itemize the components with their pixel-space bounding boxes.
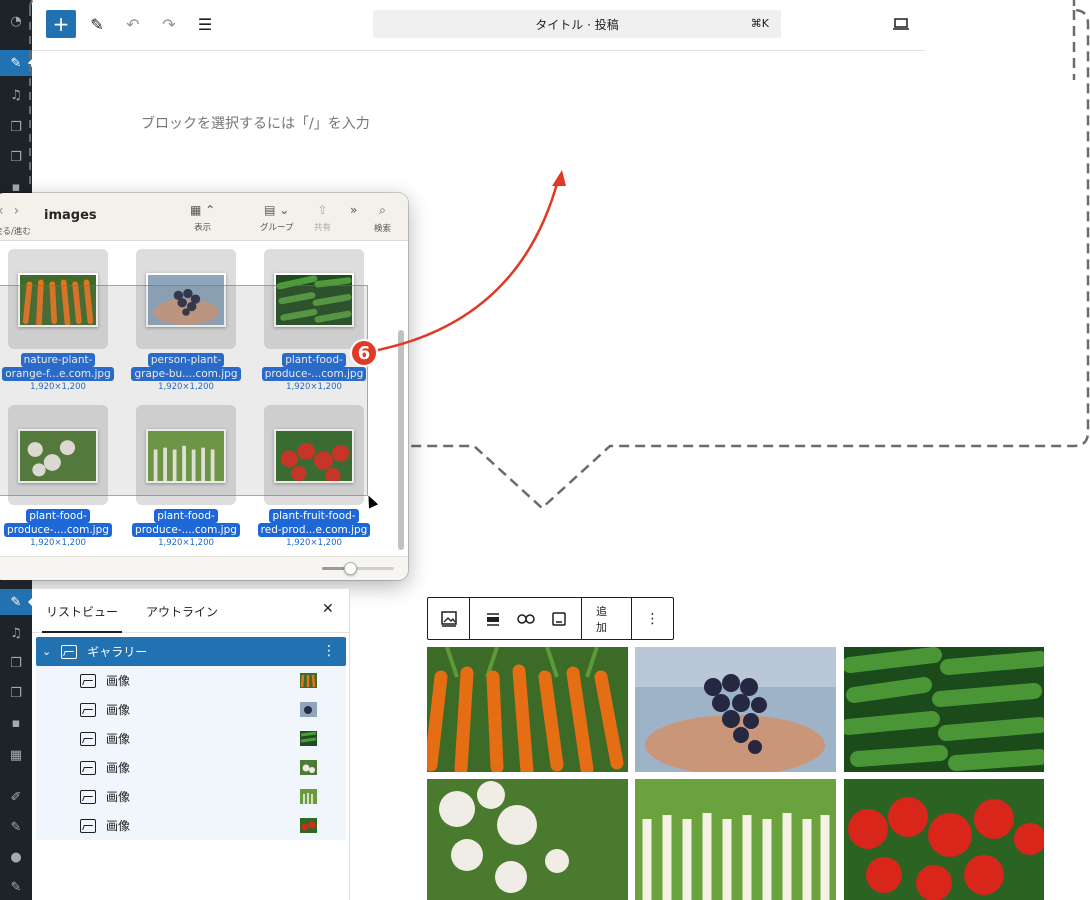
list-item-image[interactable]: 画像 <box>36 811 346 840</box>
command-bar-shortcut: ⌘K <box>750 17 769 30</box>
gallery-image-turnips[interactable] <box>427 779 628 900</box>
step-number-badge: 6 <box>350 339 378 367</box>
image-icon <box>80 731 96 746</box>
screen: ◔ ✎ ♫ ❐ ❐ ▪ + ✎ ↶ ↷ ☰ タイトル · 投稿 ⌘K ブロックを… <box>0 0 1090 900</box>
pages-icon[interactable]: ❐ <box>0 114 32 140</box>
more-options-icon[interactable]: ⋮ <box>322 643 336 659</box>
pages-icon-lower[interactable]: ❐ <box>0 650 32 676</box>
thumbnail-scallions <box>300 789 317 804</box>
admin-sidebar-bottom: ✎ ♫ ❐ ❐ ▪ ▦ ✐ ✎ ● ✎ <box>0 580 33 900</box>
admin-sidebar-top: ◔ ✎ ♫ ❐ ❐ ▪ <box>0 0 33 200</box>
tools-wrench-icon[interactable]: ✎ <box>0 874 32 900</box>
search-icon: ⌕ <box>379 203 386 217</box>
block-type-group <box>428 597 470 640</box>
link-icon[interactable] <box>509 604 542 634</box>
thumbnail-tomatoes <box>300 818 317 833</box>
pages-icon-2[interactable]: ❐ <box>0 144 32 170</box>
add-group: 追加 <box>582 597 633 640</box>
share-control[interactable]: ⇧ 共有 <box>314 203 331 233</box>
list-view-tabs: リストビュー アウトライン ✕ <box>32 589 350 633</box>
share-icon: ⇧ <box>317 203 328 217</box>
gallery-image-cucumbers[interactable] <box>844 647 1044 772</box>
chevron-down-icon[interactable]: ⌄ <box>42 645 51 658</box>
undo-icon[interactable]: ↶ <box>118 10 148 38</box>
block-controls-group <box>470 597 582 640</box>
gallery-image-scallions[interactable] <box>635 779 836 900</box>
more-icon[interactable]: » <box>350 203 357 221</box>
finder-status-bar <box>0 556 408 580</box>
search-control[interactable]: ⌕ 検索 <box>374 203 391 234</box>
drag-selection-rectangle <box>0 285 368 496</box>
blocks-icon[interactable]: ▦ <box>0 742 32 768</box>
slider-knob[interactable] <box>344 562 357 575</box>
block-toolbar: 追加 ⋮ <box>427 597 674 640</box>
image-icon <box>80 789 96 804</box>
icon-size-slider[interactable] <box>322 562 394 575</box>
thumbnail-turnips <box>300 760 317 775</box>
group-control[interactable]: ▤ ⌄ グループ <box>260 203 294 233</box>
list-item-image[interactable]: 画像 <box>36 666 346 695</box>
gallery-block-icon[interactable] <box>432 604 465 634</box>
list-item-image[interactable]: 画像 <box>36 782 346 811</box>
close-icon[interactable]: ✕ <box>322 601 334 617</box>
redo-icon[interactable]: ↷ <box>154 10 184 38</box>
users-icon[interactable]: ● <box>0 844 32 870</box>
document-overview-icon[interactable]: ☰ <box>190 10 220 38</box>
thumbnail-carrots <box>300 673 317 688</box>
group-icon: ▤ ⌄ <box>264 203 290 217</box>
list-item-image[interactable]: 画像 <box>36 724 346 753</box>
command-palette-bar[interactable]: タイトル · 投稿 ⌘K <box>373 10 781 38</box>
view-control[interactable]: ▦ ⌃ 表示 <box>190 203 215 233</box>
thumbnail-cucumbers <box>300 731 317 746</box>
tab-list-view[interactable]: リストビュー <box>41 603 123 633</box>
more-options-icon-toolbar[interactable]: ⋮ <box>632 604 673 634</box>
list-view-panel: リストビュー アウトライン ✕ ⌄ ギャラリー ⋮ 画像 画像 画像 画像 画像… <box>32 589 350 900</box>
add-button[interactable]: 追加 <box>588 603 625 635</box>
list-item-image[interactable]: 画像 <box>36 695 346 724</box>
posts-pin-icon-lower[interactable]: ✎ <box>0 589 33 615</box>
gallery-icon <box>61 644 78 659</box>
appearance-icon[interactable]: ✐ <box>0 784 32 810</box>
image-icon <box>80 818 96 833</box>
finder-title: images <box>44 208 97 223</box>
media-icon[interactable]: ♫ <box>0 82 32 108</box>
gallery-image-grapes[interactable] <box>635 647 836 772</box>
command-bar-label: タイトル · 投稿 <box>535 17 619 32</box>
align-icon[interactable] <box>476 604 509 634</box>
image-icon <box>80 760 96 775</box>
thumbnail-grapes <box>300 702 317 717</box>
gallery-label: ギャラリー <box>87 645 148 659</box>
image-icon <box>80 673 96 688</box>
gallery-image-tomatoes[interactable] <box>844 779 1044 900</box>
back-forward-icons[interactable]: ‹› <box>0 203 29 219</box>
tab-outline[interactable]: アウトライン <box>146 603 218 620</box>
media-icon-lower[interactable]: ♫ <box>0 620 32 646</box>
editor-header: + ✎ ↶ ↷ ☰ タイトル · 投稿 ⌘K <box>32 0 925 51</box>
posts-pin-icon[interactable]: ✎ <box>0 50 33 76</box>
finder-toolbar: ‹› 戻る/進む images ▦ ⌃表示 ▤ ⌄グループ ⇧共有 » ⌕検索 <box>0 193 408 241</box>
tools-pen-icon[interactable]: ✎ <box>82 10 112 38</box>
comments-icon-lower[interactable]: ▪ <box>0 710 32 736</box>
pages-icon-lower-2[interactable]: ❐ <box>0 680 32 706</box>
empty-block-placeholder[interactable]: ブロックを選択するには「/」を入力 <box>141 113 370 133</box>
nav-label: 戻る/進む <box>0 227 31 237</box>
dashboard-icon[interactable]: ◔ <box>0 8 32 34</box>
finder-scrollbar[interactable] <box>398 330 404 550</box>
grid-view-icon: ▦ ⌃ <box>190 203 216 217</box>
list-item-image[interactable]: 画像 <box>36 753 346 782</box>
list-item-gallery[interactable]: ⌄ ギャラリー ⋮ <box>36 637 346 666</box>
image-icon <box>80 702 96 717</box>
preview-device-icon[interactable] <box>886 10 916 38</box>
gallery-image-carrots[interactable] <box>427 647 628 772</box>
add-block-button[interactable]: + <box>46 10 76 38</box>
caption-icon[interactable] <box>542 604 575 634</box>
plugins-icon[interactable]: ✎ <box>0 814 32 840</box>
